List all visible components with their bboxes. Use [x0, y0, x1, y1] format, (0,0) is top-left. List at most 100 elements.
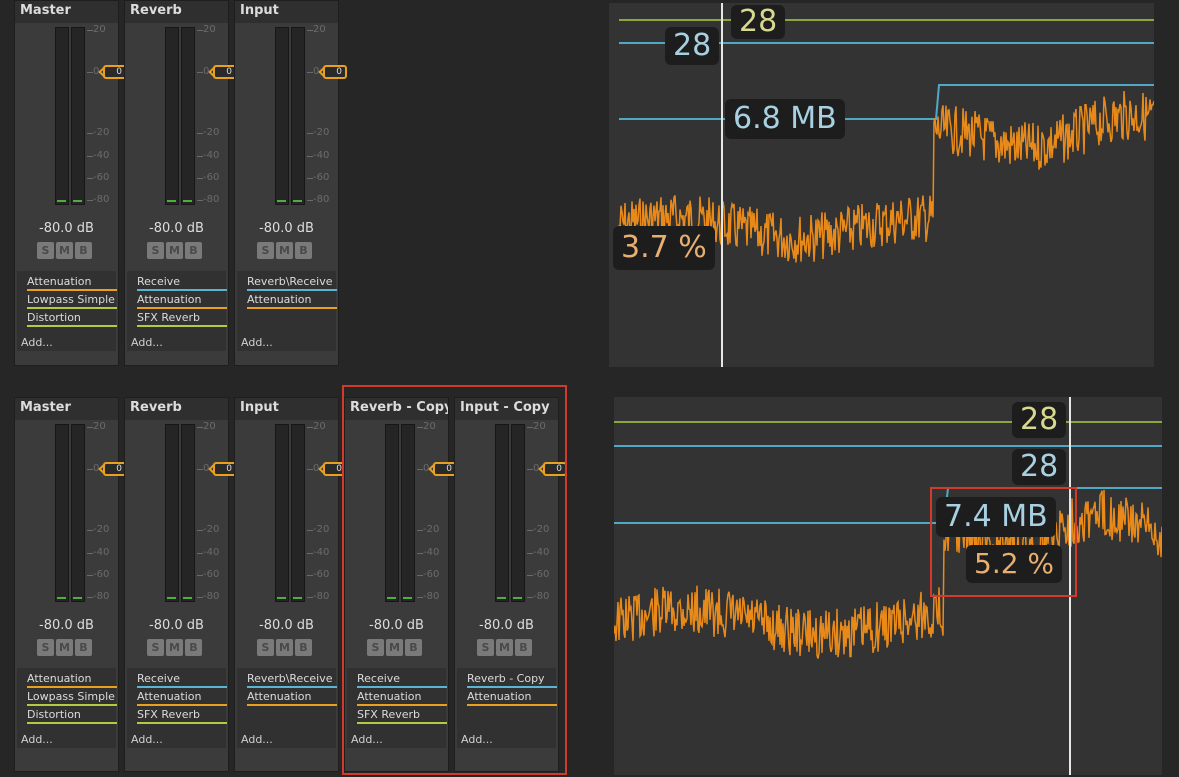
- mute-button[interactable]: M: [56, 639, 73, 656]
- scale-label: -80: [313, 194, 330, 205]
- add-effect-button[interactable]: Add...: [241, 336, 273, 349]
- mute-button[interactable]: M: [276, 639, 293, 656]
- effect-item[interactable]: Reverb\Receive: [247, 672, 337, 688]
- effect-item[interactable]: SFX Reverb: [137, 708, 227, 724]
- effect-label: Attenuation: [27, 672, 92, 685]
- meter-left: [275, 27, 289, 205]
- mixer-strip[interactable]: Input 20 0 -20 -40 -60 -80 0 -80.0 dB S M B Reverb\R…: [234, 397, 347, 772]
- scale-label: 20: [93, 24, 106, 35]
- add-effect-button[interactable]: Add...: [241, 733, 273, 746]
- strip-title[interactable]: Reverb: [125, 1, 228, 23]
- effect-underline: [247, 307, 337, 309]
- effect-item[interactable]: Attenuation: [27, 275, 117, 291]
- scale-label: -80: [93, 591, 110, 602]
- effect-item[interactable]: Attenuation: [247, 293, 337, 309]
- level-meter: 20 0 -20 -40 -60 -80 0: [255, 24, 347, 205]
- bypass-button[interactable]: B: [295, 639, 312, 656]
- strip-title[interactable]: Master: [15, 1, 118, 23]
- meter-left: [55, 424, 69, 602]
- effect-item[interactable]: Attenuation: [27, 672, 117, 688]
- scale-label: -60: [313, 569, 330, 580]
- meter-level-left: [277, 597, 286, 599]
- effect-label: Attenuation: [247, 293, 312, 306]
- add-effect-button[interactable]: Add...: [131, 733, 163, 746]
- strip-title[interactable]: Input: [235, 1, 338, 23]
- effect-item[interactable]: Lowpass Simple: [27, 293, 117, 309]
- effect-underline: [27, 686, 117, 688]
- solo-mute-bypass: SMB: [257, 239, 314, 259]
- effect-item[interactable]: Receive: [137, 275, 227, 291]
- meter-level-left: [277, 200, 286, 202]
- level-meter: 20 0 -20 -40 -60 -80 0: [255, 421, 347, 602]
- meter-left: [275, 424, 289, 602]
- solo-button[interactable]: S: [257, 242, 274, 259]
- bypass-button[interactable]: B: [75, 242, 92, 259]
- scale-label: -60: [93, 172, 110, 183]
- effect-item[interactable]: Lowpass Simple: [27, 690, 117, 706]
- meter-right: [71, 27, 85, 205]
- effect-label: SFX Reverb: [137, 311, 201, 324]
- effects-list: Attenuation Lowpass Simple Distortion Add..…: [17, 271, 117, 351]
- mute-button[interactable]: M: [166, 639, 183, 656]
- scale-label: -20: [93, 524, 110, 535]
- solo-button[interactable]: S: [147, 242, 164, 259]
- effect-label: Reverb\Receive: [247, 672, 333, 685]
- effect-item[interactable]: Distortion: [27, 708, 117, 724]
- effect-label: Attenuation: [27, 275, 92, 288]
- meter-left: [165, 27, 179, 205]
- solo-button[interactable]: S: [257, 639, 274, 656]
- effect-item[interactable]: Attenuation: [137, 690, 227, 706]
- effects-list: Reverb\Receive Attenuation Add...: [237, 271, 337, 351]
- level-meter: 20 0 -20 -40 -60 -80 0: [35, 422, 127, 602]
- effect-item[interactable]: SFX Reverb: [137, 311, 227, 327]
- mute-button[interactable]: M: [56, 242, 73, 259]
- volume-fader[interactable]: 0: [323, 65, 347, 79]
- top-green-label: 28: [731, 5, 786, 39]
- effect-label: Receive: [137, 672, 181, 685]
- top-memory-label: 6.8 MB: [725, 99, 845, 139]
- mixer-strip[interactable]: Master 20 0 -20 -40 -60 -80 0 -80.0 dB S M B Attenua…: [14, 0, 127, 366]
- add-effect-button[interactable]: Add...: [131, 336, 163, 349]
- bypass-button[interactable]: B: [75, 639, 92, 656]
- bypass-button[interactable]: B: [295, 242, 312, 259]
- effect-item[interactable]: Attenuation: [247, 690, 337, 706]
- strip-title[interactable]: Input: [235, 398, 338, 420]
- effect-underline: [27, 704, 117, 706]
- strip-title[interactable]: Reverb: [125, 398, 228, 420]
- bypass-button[interactable]: B: [185, 242, 202, 259]
- mixer-strip[interactable]: Reverb 20 0 -20 -40 -60 -80 0 -80.0 dB S M B Receive…: [124, 0, 237, 366]
- scale-label: -80: [313, 591, 330, 602]
- meter-right: [71, 424, 85, 602]
- solo-mute-bypass: SMB: [147, 636, 204, 656]
- effect-item[interactable]: Distortion: [27, 311, 117, 327]
- strip-title[interactable]: Master: [15, 398, 118, 420]
- solo-button[interactable]: S: [37, 242, 54, 259]
- effect-underline: [27, 307, 117, 309]
- solo-button[interactable]: S: [147, 639, 164, 656]
- mute-button[interactable]: M: [166, 242, 183, 259]
- scale-label: -80: [93, 194, 110, 205]
- effect-underline: [27, 722, 117, 724]
- add-effect-button[interactable]: Add...: [21, 733, 53, 746]
- mixer-strip[interactable]: Reverb 20 0 -20 -40 -60 -80 0 -80.0 dB S M B Receive…: [124, 397, 237, 772]
- mixer-strip[interactable]: Master 20 0 -20 -40 -60 -80 0 -80.0 dB S M B Attenua…: [14, 397, 127, 772]
- effect-underline: [137, 686, 227, 688]
- effect-underline: [247, 289, 337, 291]
- effect-item[interactable]: Receive: [137, 672, 227, 688]
- add-effect-button[interactable]: Add...: [21, 336, 53, 349]
- meter-level-right: [73, 597, 82, 599]
- level-meter: 20 0 -20 -40 -60 -80 0: [145, 25, 237, 205]
- bypass-button[interactable]: B: [185, 639, 202, 656]
- scale-label: 20: [313, 24, 326, 35]
- mute-button[interactable]: M: [276, 242, 293, 259]
- mixer-strip[interactable]: Input 20 0 -20 -40 -60 -80 0 -80.0 dB S M B Reverb\R…: [234, 0, 347, 366]
- effect-item[interactable]: Reverb\Receive: [247, 275, 337, 291]
- scale-label: -40: [203, 150, 220, 161]
- solo-mute-bypass: SMB: [37, 636, 94, 656]
- scale-label: -60: [203, 172, 220, 183]
- solo-button[interactable]: S: [37, 639, 54, 656]
- effect-label: Distortion: [27, 708, 81, 721]
- scale-label: 20: [313, 421, 326, 432]
- scale-label: -80: [203, 591, 220, 602]
- effect-item[interactable]: Attenuation: [137, 293, 227, 309]
